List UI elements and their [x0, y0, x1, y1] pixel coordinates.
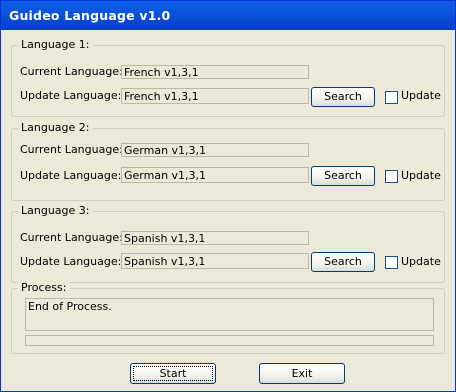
current-language-label: Current Language: — [20, 143, 123, 156]
update-language-label: Update Language: — [20, 169, 122, 182]
language-2-update-checkbox-label[interactable]: Update — [401, 169, 441, 183]
current-language-label: Current Language: — [20, 65, 123, 78]
language-2-update-field[interactable]: German v1,3,1 — [121, 167, 309, 183]
process-output: End of Process. — [25, 298, 434, 331]
process-legend: Process: — [18, 281, 70, 295]
language-1-group: Language 1: Current Language: French v1,… — [11, 38, 445, 117]
update-language-label: Update Language: — [20, 89, 122, 102]
language-3-update-checkbox-label[interactable]: Update — [401, 255, 441, 269]
language-2-group: Language 2: Current Language: German v1,… — [11, 121, 445, 201]
language-1-update-checkbox-label[interactable]: Update — [401, 89, 441, 103]
exit-button[interactable]: Exit — [259, 363, 345, 384]
language-1-legend: Language 1: — [18, 38, 93, 52]
language-3-update-checkbox[interactable] — [385, 256, 398, 269]
language-2-current-field: German v1,3,1 — [121, 143, 309, 157]
language-3-current-field: Spanish v1,3,1 — [121, 231, 309, 245]
language-2-update-checkbox[interactable] — [385, 170, 398, 183]
language-1-search-button[interactable]: Search — [311, 87, 375, 107]
language-2-legend: Language 2: — [18, 121, 93, 135]
language-3-search-button[interactable]: Search — [311, 252, 375, 272]
language-1-update-checkbox[interactable] — [385, 91, 398, 104]
title-bar[interactable]: Guideo Language v1.0 — [1, 1, 455, 30]
window-title: Guideo Language v1.0 — [9, 8, 171, 23]
language-2-search-button[interactable]: Search — [311, 166, 375, 186]
update-language-label: Update Language: — [20, 255, 122, 268]
process-group: Process: End of Process. — [11, 281, 445, 354]
current-language-label: Current Language: — [20, 231, 123, 244]
language-3-update-field[interactable]: Spanish v1,3,1 — [121, 253, 309, 269]
language-1-current-field: French v1,3,1 — [121, 65, 309, 79]
language-1-update-field[interactable]: French v1,3,1 — [121, 88, 309, 104]
progress-bar — [25, 335, 434, 346]
language-3-legend: Language 3: — [18, 204, 93, 218]
start-button[interactable]: Start — [130, 363, 216, 384]
language-3-group: Language 3: Current Language: Spanish v1… — [11, 204, 445, 283]
app-window: Guideo Language v1.0 Language 1: Current… — [0, 0, 456, 392]
